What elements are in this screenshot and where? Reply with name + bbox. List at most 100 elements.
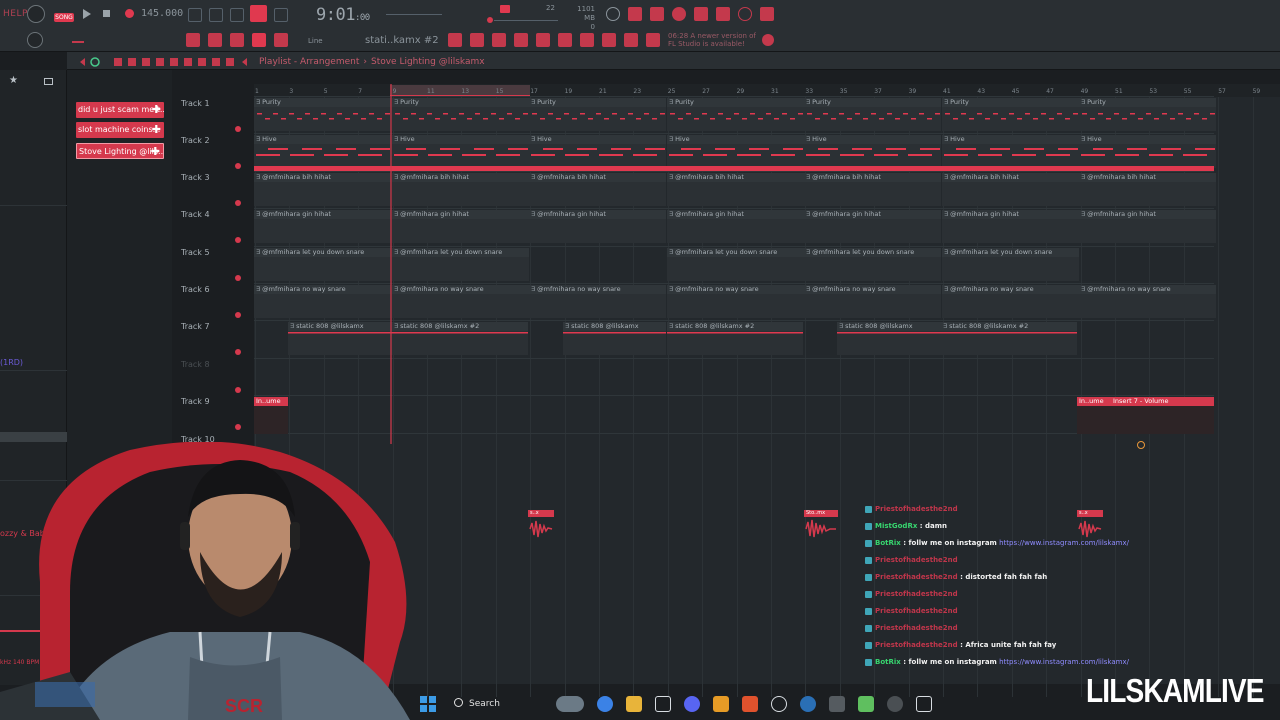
pattern-mode-icon[interactable] bbox=[186, 33, 200, 47]
app-icon[interactable] bbox=[858, 696, 874, 712]
track-mute-led[interactable] bbox=[235, 312, 241, 318]
piano-roll-icon[interactable] bbox=[716, 7, 730, 21]
pattern-clip[interactable]: ∃ @mfmihara gin hihat bbox=[254, 210, 391, 244]
pattern-clip[interactable]: ∃ Hive bbox=[942, 135, 1079, 169]
link-icon[interactable] bbox=[252, 33, 266, 47]
track-label[interactable]: Track 6 bbox=[181, 285, 210, 294]
pattern-clip[interactable]: ∃ @mfmihara gin hihat bbox=[942, 210, 1079, 244]
song-mode-icon[interactable] bbox=[208, 33, 222, 47]
playlist-icon[interactable] bbox=[448, 33, 462, 47]
pattern-clip[interactable]: ∃ static 808 @lilskamx bbox=[288, 322, 392, 356]
save-icon[interactable] bbox=[694, 7, 708, 21]
pattern-clip[interactable]: ∃ Purity bbox=[804, 98, 941, 131]
pattern-clip[interactable]: ∃ @mfmihara no way snare bbox=[667, 285, 804, 318]
flag-icon[interactable] bbox=[646, 33, 660, 47]
pattern-clip[interactable]: ∃ @mfmihara let you down snare bbox=[392, 247, 529, 281]
pattern-clip[interactable]: ∃ Purity bbox=[392, 98, 529, 131]
touch-keyboard-icon[interactable] bbox=[602, 33, 616, 47]
track-mute-led[interactable] bbox=[235, 163, 241, 169]
pattern-clip[interactable]: ∃ @mfmihara bih hihat bbox=[254, 172, 391, 206]
snap-magnet-icon[interactable] bbox=[72, 35, 84, 43]
cloud-icon[interactable] bbox=[624, 33, 638, 47]
stamp-icon[interactable] bbox=[274, 33, 288, 47]
audio-clip[interactable]: s..x bbox=[1077, 510, 1103, 540]
hint-icon[interactable] bbox=[672, 7, 686, 21]
track-label[interactable]: Track 9 bbox=[181, 397, 210, 406]
countdown-icon[interactable] bbox=[230, 8, 244, 22]
pattern-clip[interactable]: ∃ @mfmihara gin hihat bbox=[392, 210, 529, 244]
tempo-display[interactable]: 145.000 bbox=[141, 8, 183, 19]
playback-position-marker[interactable] bbox=[487, 17, 493, 23]
browser-selected-row[interactable] bbox=[0, 432, 67, 442]
taskbar-search[interactable]: Search bbox=[450, 695, 560, 713]
automation-clip[interactable]: Insert 7 - Volume bbox=[1111, 397, 1214, 434]
loop-record-icon[interactable] bbox=[274, 8, 288, 22]
pattern-clip[interactable]: ∃ Hive bbox=[254, 135, 391, 169]
playhead[interactable] bbox=[390, 84, 392, 444]
pattern-clip[interactable]: ∃ @mfmihara let you down snare bbox=[804, 247, 941, 281]
audio-clip[interactable]: s..x bbox=[528, 510, 554, 540]
pattern-clip[interactable]: ∃ Hive bbox=[1079, 135, 1216, 169]
pattern-item[interactable]: slot machine coins... ✚ bbox=[76, 122, 164, 138]
pattern-item[interactable]: did u just scam me t... ✚ bbox=[76, 102, 164, 118]
pattern-clip[interactable]: ∃ @mfmihara gin hihat bbox=[529, 210, 666, 244]
pattern-clip[interactable]: ∃ @mfmihara no way snare bbox=[392, 285, 529, 318]
pattern-clip[interactable]: ∃ Purity bbox=[667, 98, 804, 131]
mixer-icon[interactable] bbox=[492, 33, 506, 47]
pattern-clip[interactable]: ∃ @mfmihara let you down snare bbox=[254, 247, 391, 281]
pattern-clip[interactable]: ∃ @mfmihara bih hihat bbox=[529, 172, 666, 206]
refresh-icon[interactable] bbox=[606, 7, 620, 21]
pencil-mode-icon[interactable] bbox=[230, 33, 244, 47]
pattern-clip[interactable]: ∃ @mfmihara let you down snare bbox=[942, 247, 1079, 281]
windows-start-icon[interactable] bbox=[420, 696, 436, 712]
song-position-slider[interactable] bbox=[494, 20, 558, 21]
pattern-clip[interactable]: ∃ @mfmihara gin hihat bbox=[1079, 210, 1216, 244]
pattern-clip[interactable]: ∃ @mfmihara let you down snare bbox=[667, 247, 804, 281]
master-pitch-knob[interactable] bbox=[27, 32, 43, 48]
file-explorer-icon[interactable] bbox=[626, 696, 642, 712]
pattern-clip[interactable]: ∃ Hive bbox=[392, 135, 529, 169]
pattern-clip[interactable]: ∃ @mfmihara gin hihat bbox=[804, 210, 941, 244]
pattern-clip[interactable]: ∃ Hive bbox=[804, 135, 941, 169]
track-mute-led[interactable] bbox=[235, 387, 241, 393]
track-label[interactable]: Track 7 bbox=[181, 322, 210, 331]
fl-studio-icon[interactable] bbox=[713, 696, 729, 712]
pattern-clip[interactable]: ∃ @mfmihara bih hihat bbox=[804, 172, 941, 206]
track-mute-led[interactable] bbox=[235, 349, 241, 355]
app-icon[interactable] bbox=[829, 696, 845, 712]
help-menu[interactable]: HELP bbox=[3, 9, 28, 19]
song-mode-badge[interactable]: SONG bbox=[54, 13, 74, 22]
pattern-clip[interactable]: ∃ Purity bbox=[254, 98, 391, 131]
download-icon[interactable] bbox=[760, 7, 774, 21]
track-label[interactable]: Track 5 bbox=[181, 248, 210, 257]
store-icon[interactable] bbox=[655, 696, 671, 712]
tools-icon[interactable] bbox=[628, 7, 642, 21]
snap-mode-label[interactable]: Line bbox=[308, 37, 323, 45]
update-icon[interactable] bbox=[762, 34, 774, 46]
wait-input-icon[interactable] bbox=[209, 8, 223, 22]
track-label[interactable]: Track 3 bbox=[181, 173, 210, 182]
app-icon[interactable] bbox=[887, 696, 903, 712]
track-mute-led[interactable] bbox=[235, 424, 241, 430]
pattern-clip[interactable]: ∃ Purity bbox=[529, 98, 666, 131]
track-label[interactable]: Track 4 bbox=[181, 210, 210, 219]
song-position-display[interactable]: 9:01:00 bbox=[316, 5, 370, 25]
app-icon[interactable] bbox=[771, 696, 787, 712]
play-icon[interactable] bbox=[82, 9, 92, 19]
automation-clip[interactable]: In..ume bbox=[1077, 397, 1111, 434]
pattern-clip[interactable]: ∃ static 808 @lilskamx bbox=[837, 322, 941, 356]
pattern-clip[interactable]: ∃ @mfmihara bih hihat bbox=[1079, 172, 1216, 206]
app-icon[interactable] bbox=[916, 696, 932, 712]
track-label[interactable]: Track 2 bbox=[181, 136, 210, 145]
record-arm-icon[interactable] bbox=[500, 5, 510, 13]
pattern-clip[interactable]: ∃ @mfmihara bih hihat bbox=[667, 172, 804, 206]
plugin-picker-icon[interactable] bbox=[558, 33, 572, 47]
master-pitch-slider[interactable] bbox=[386, 14, 442, 15]
pattern-clip[interactable]: ∃ @mfmihara no way snare bbox=[254, 285, 391, 318]
pattern-clip[interactable]: ∃ @mfmihara no way snare bbox=[942, 285, 1079, 318]
pattern-clip[interactable]: ∃ @mfmihara bih hihat bbox=[392, 172, 529, 206]
track-mute-led[interactable] bbox=[235, 237, 241, 243]
mic-icon[interactable] bbox=[650, 7, 664, 21]
stop-icon[interactable] bbox=[103, 10, 110, 17]
playlist-tools-icons[interactable] bbox=[78, 56, 248, 68]
